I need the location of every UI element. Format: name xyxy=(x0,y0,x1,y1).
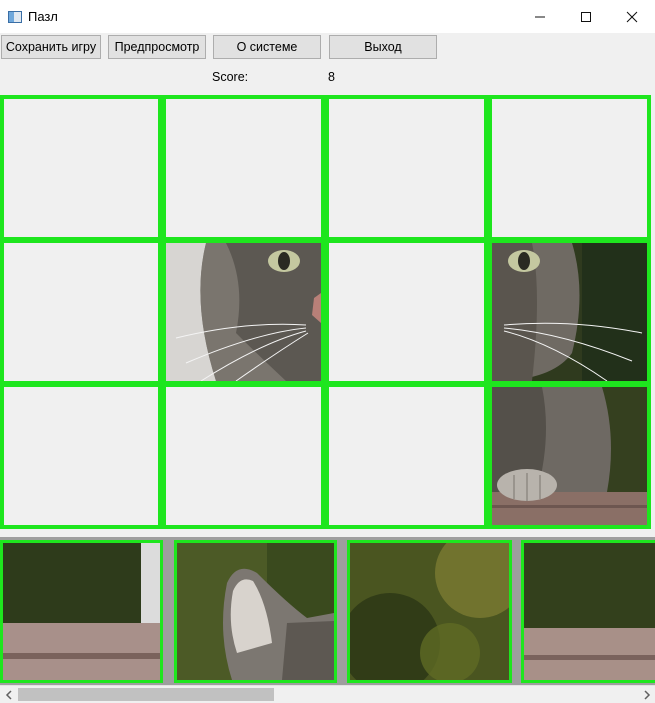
wooden-plank-corner-tile xyxy=(3,543,160,680)
score-label: Score: xyxy=(212,70,249,84)
wooden-plank-edge-tile xyxy=(524,543,655,680)
close-icon xyxy=(626,11,638,22)
cat-ear-tile xyxy=(177,543,334,680)
toolbar: Сохранить игру Предпросмотр О системе Вы… xyxy=(0,35,655,59)
board-cell-r2-c1[interactable] xyxy=(162,383,325,529)
tray-tile-4[interactable] xyxy=(521,540,655,683)
scroll-left-button[interactable] xyxy=(0,686,17,703)
app-window-icon xyxy=(8,10,22,23)
chevron-right-icon xyxy=(643,689,650,700)
score-value: 8 xyxy=(328,70,335,84)
board-cell-r0-c3[interactable] xyxy=(488,95,651,241)
board-cell-r1-c3[interactable] xyxy=(488,239,651,385)
board-cell-r1-c2[interactable] xyxy=(325,239,488,385)
board-cell-r2-c2[interactable] xyxy=(325,383,488,529)
board-cell-r0-c1[interactable] xyxy=(162,95,325,241)
exit-button[interactable]: Выход xyxy=(329,35,437,59)
cat-face-left-half-tile xyxy=(492,243,647,381)
horizontal-scrollbar[interactable] xyxy=(0,685,655,703)
about-button[interactable]: О системе xyxy=(213,35,321,59)
tray-tile-3[interactable] xyxy=(347,540,512,683)
minimize-icon xyxy=(535,16,545,17)
board-cell-r1-c1[interactable] xyxy=(162,239,325,385)
scrollbar-thumb[interactable] xyxy=(18,688,274,701)
board-cell-r0-c2[interactable] xyxy=(325,95,488,241)
board-cell-r2-c3[interactable] xyxy=(488,383,651,529)
tray-tile-2[interactable] xyxy=(174,540,337,683)
minimize-button[interactable] xyxy=(517,0,563,33)
save-game-button[interactable]: Сохранить игру xyxy=(1,35,101,59)
scroll-right-button[interactable] xyxy=(638,686,655,703)
window-title: Пазл xyxy=(28,9,58,24)
maximize-button[interactable] xyxy=(563,0,609,33)
cat-face-right-half-tile xyxy=(166,243,321,381)
window-controls xyxy=(517,0,655,33)
tray-tile-1[interactable] xyxy=(0,540,163,683)
title-bar: Пазл xyxy=(0,0,655,33)
board-cell-r1-c0[interactable] xyxy=(0,239,162,385)
preview-button[interactable]: Предпросмотр xyxy=(108,35,206,59)
board-cell-r0-c0[interactable] xyxy=(0,95,162,241)
board-cell-r2-c0[interactable] xyxy=(0,383,162,529)
maximize-icon xyxy=(581,11,591,22)
blurred-foliage-tile xyxy=(350,543,509,680)
tile-tray xyxy=(0,537,655,685)
close-button[interactable] xyxy=(609,0,655,33)
chevron-left-icon xyxy=(5,689,12,700)
cat-paws-tile xyxy=(492,387,647,525)
